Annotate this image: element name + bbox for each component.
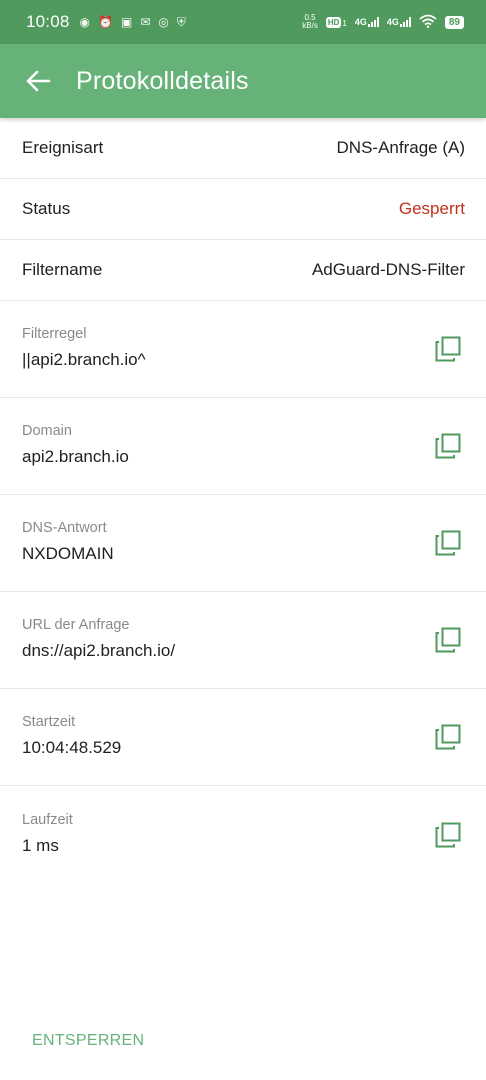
status-bar: 10:08 ◉ ⏰ ▣ ✉ ◎ ⛨ 0.5 kB/s HD 1 4G 4G 89 <box>0 0 486 44</box>
filter-rule-label: Filterregel <box>22 326 87 342</box>
sync-icon: ◎ <box>158 15 169 29</box>
battery-icon: 89 <box>444 15 464 29</box>
request-url-value: dns://api2.branch.io/ <box>22 641 176 660</box>
status-value: Gesperrt <box>398 199 465 218</box>
wifi-icon <box>419 14 437 31</box>
domain-value: api2.branch.io <box>22 447 129 466</box>
request-url-label: URL der Anfrage <box>22 617 130 633</box>
event-type-value: DNS-Anfrage (A) <box>336 138 465 157</box>
copy-start-time-button[interactable] <box>434 723 462 751</box>
row-event-type: Ereignisart DNS-Anfrage (A) <box>0 118 486 179</box>
signal-1-icon: 4G <box>355 17 379 27</box>
battery-level: 89 <box>448 16 460 28</box>
copy-duration-button[interactable] <box>434 821 462 849</box>
flame-icon: ◉ <box>79 15 91 29</box>
mail-icon: ✉ <box>140 15 151 29</box>
dns-answer-label: DNS-Antwort <box>22 520 107 536</box>
copy-request-url-button[interactable] <box>434 626 462 654</box>
duration-label: Laufzeit <box>22 811 73 828</box>
copy-icon <box>435 822 461 847</box>
copy-icon <box>435 627 461 653</box>
row-filter-name: Filtername AdGuard-DNS-Filter <box>0 240 486 301</box>
signal-2-icon: 4G <box>387 17 411 27</box>
copy-domain-button[interactable] <box>434 432 462 460</box>
event-type-label: Ereignisart <box>22 138 104 157</box>
row-status: Status Gesperrt <box>0 179 486 240</box>
row-dns-answer: DNS-Antwort NXDOMAIN <box>0 495 486 592</box>
row-start-time: Startzeit 10:04:48.529 <box>0 689 486 786</box>
app-bar: Protokolldetails <box>0 44 486 118</box>
app-a-icon: ▣ <box>120 15 133 29</box>
unblock-button[interactable]: ENTSPERREN <box>32 1032 144 1050</box>
status-system-icons: 0.5 kB/s HD 1 4G 4G 89 <box>302 14 464 31</box>
arrow-back-icon <box>26 70 51 92</box>
copy-icon <box>435 530 461 556</box>
copy-icon <box>435 724 461 750</box>
network-speed-unit: kB/s <box>302 21 318 30</box>
log-details-list: Ereignisart DNS-Anfrage (A) Status Gespe… <box>0 118 486 883</box>
status-label: Status <box>22 199 71 218</box>
copy-dns-answer-button[interactable] <box>434 529 462 557</box>
start-time-value: 10:04:48.529 <box>22 738 122 757</box>
start-time-label: Startzeit <box>22 714 76 730</box>
row-filter-rule: Filterregel ||api2.branch.io^ <box>0 301 486 398</box>
copy-icon <box>435 433 461 459</box>
dns-answer-value: NXDOMAIN <box>22 544 114 563</box>
page-title: Protokolldetails <box>76 66 249 95</box>
duration-value: 1 ms <box>22 835 59 855</box>
filter-name-label: Filtername <box>22 260 103 279</box>
filter-rule-value: ||api2.branch.io^ <box>22 350 146 369</box>
row-domain: Domain api2.branch.io <box>0 398 486 495</box>
domain-label: Domain <box>22 423 72 439</box>
row-request-url: URL der Anfrage dns://api2.branch.io/ <box>0 592 486 689</box>
copy-filter-rule-button[interactable] <box>434 335 462 363</box>
filter-name-value: AdGuard-DNS-Filter <box>311 260 465 279</box>
status-notification-icons: ◉ ⏰ ▣ ✉ ◎ ⛨ <box>80 16 186 28</box>
network-speed: 0.5 kB/s <box>302 14 318 30</box>
shield-icon: ⛨ <box>176 15 186 29</box>
alarm-icon: ⏰ <box>98 15 113 29</box>
back-button[interactable] <box>0 44 76 118</box>
row-duration: Laufzeit 1 ms <box>0 786 486 883</box>
status-time: 10:08 <box>26 12 70 31</box>
hd-voice-icon: HD 1 <box>325 16 347 28</box>
copy-icon <box>435 336 461 362</box>
